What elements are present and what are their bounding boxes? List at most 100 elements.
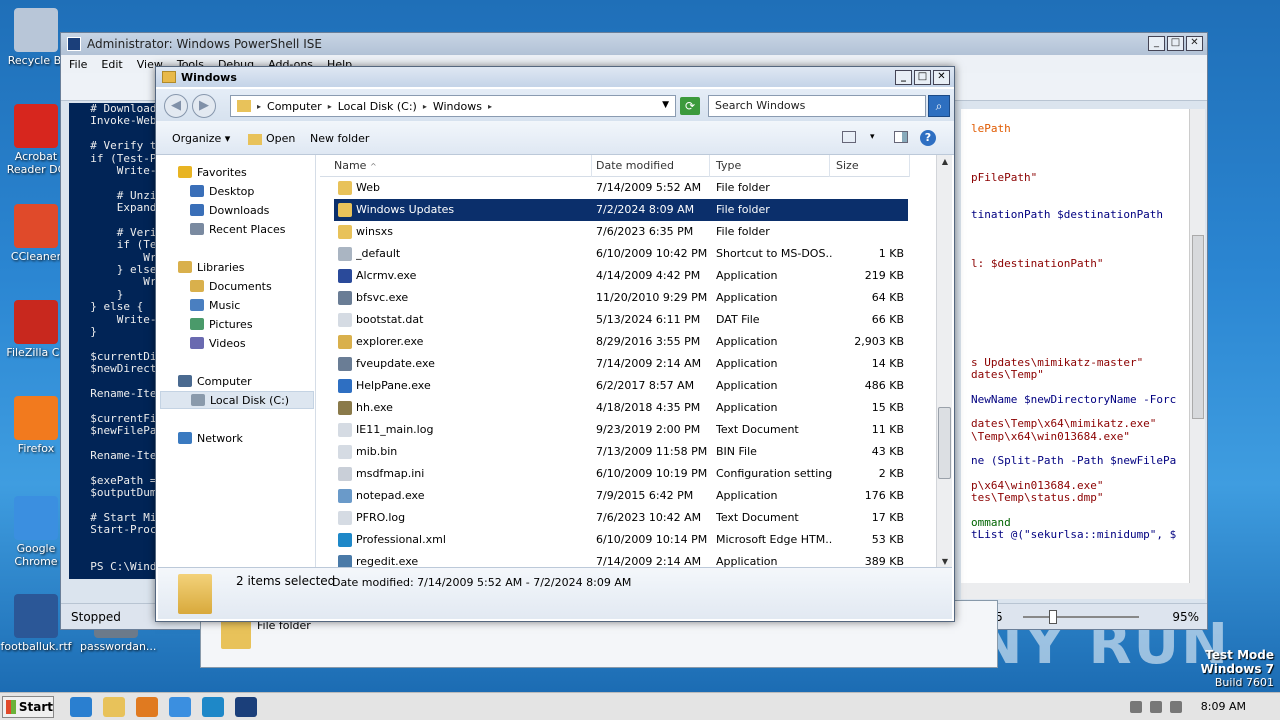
breadcrumb-item[interactable]: Computer: [267, 100, 322, 113]
organize-button[interactable]: Organize ▾: [172, 132, 230, 145]
zoom-slider[interactable]: [1023, 610, 1139, 624]
file-row[interactable]: bfsvc.exe 11/20/2010 9:29 PM Application 64…: [334, 287, 908, 309]
minimize-button[interactable]: _: [1148, 36, 1165, 51]
ise-titlebar[interactable]: Administrator: Windows PowerShell ISE _ …: [61, 33, 1207, 55]
edge-taskbar-icon[interactable]: [202, 697, 224, 717]
file-name: HelpPane.exe: [356, 379, 431, 392]
search-input[interactable]: Search Windows: [708, 95, 926, 117]
minimize-button[interactable]: _: [895, 70, 912, 85]
nav-item[interactable]: Local Disk (C:): [160, 391, 314, 409]
file-row[interactable]: Web 7/14/2009 5:52 AM File folder: [334, 177, 908, 199]
column-header-size[interactable]: Size: [830, 155, 910, 177]
nav-item[interactable]: Recent Places: [190, 220, 286, 238]
file-row[interactable]: mib.bin 7/13/2009 11:58 PM BIN File 43 KB: [334, 441, 908, 463]
file-row[interactable]: _default 6/10/2009 10:42 PM Shortcut to MS…: [334, 243, 908, 265]
network-tray-icon[interactable]: [1170, 701, 1182, 713]
explorer-taskbar-icon[interactable]: [103, 697, 125, 717]
editor-vertical-scrollbar[interactable]: [1189, 109, 1205, 583]
file-row[interactable]: Professional.xml 6/10/2009 10:14 PM Micros…: [334, 529, 908, 551]
view-options-dropdown-icon[interactable]: ▾: [870, 132, 875, 142]
file-row[interactable]: IE11_main.log 9/23/2019 2:00 PM Text Docum…: [334, 419, 908, 441]
column-header-row: Name ^ Date modified Type Size: [320, 155, 910, 177]
maximize-button[interactable]: □: [1167, 36, 1184, 51]
column-header-name[interactable]: Name ^: [328, 155, 592, 177]
menu-item[interactable]: Edit: [101, 58, 122, 71]
explorer-window[interactable]: Windows _ □ ✕ ◀ ▶ ▸ Computer ▸ Local Disk (…: [155, 66, 955, 622]
chrome-taskbar-icon[interactable]: [169, 697, 191, 717]
ie-icon[interactable]: [70, 697, 92, 717]
folder-icon: [237, 100, 251, 112]
back-button[interactable]: ◀: [164, 94, 188, 118]
address-history-dropdown-icon[interactable]: ▼: [662, 100, 669, 110]
nav-item[interactable]: Libraries: [178, 258, 245, 276]
file-row[interactable]: notepad.exe 7/9/2015 6:42 PM Application 17…: [334, 485, 908, 507]
ise-console-pane[interactable]: # Download Invoke-WebRe # Verify the if …: [69, 103, 165, 579]
ise-script-editor[interactable]: lePath pFilePath" tinationPath $destinatio…: [961, 109, 1189, 583]
nav-item[interactable]: Desktop: [190, 182, 254, 200]
maximize-button[interactable]: □: [914, 70, 931, 85]
nav-item[interactable]: Favorites: [178, 163, 247, 181]
breadcrumb-separator-icon[interactable]: ▸: [328, 102, 332, 111]
breadcrumb-item[interactable]: Local Disk (C:): [338, 100, 417, 113]
file-date: 8/29/2016 3:55 PM: [596, 335, 701, 348]
help-icon[interactable]: ?: [920, 130, 936, 146]
file-row[interactable]: HelpPane.exe 6/2/2017 8:57 AM Application 4…: [334, 375, 908, 397]
file-row[interactable]: bootstat.dat 5/13/2024 6:11 PM DAT File 66 …: [334, 309, 908, 331]
file-size: 219 KB: [864, 269, 904, 282]
search-icon[interactable]: ⌕: [928, 95, 950, 117]
breadcrumb-separator-icon[interactable]: ▸: [423, 102, 427, 111]
file-row[interactable]: winsxs 7/6/2023 6:35 PM File folder: [334, 221, 908, 243]
nav-item[interactable]: Music: [190, 296, 240, 314]
file-row[interactable]: Windows Updates 7/2/2024 8:09 AM File fold…: [334, 199, 908, 221]
column-name-label: Name: [334, 159, 367, 172]
file-row[interactable]: msdfmap.ini 6/10/2009 10:19 PM Configurati…: [334, 463, 908, 485]
zoom-slider-knob[interactable]: [1049, 610, 1057, 624]
new-folder-button[interactable]: New folder: [310, 132, 369, 145]
close-button[interactable]: ✕: [1186, 36, 1203, 51]
file-row[interactable]: hh.exe 4/18/2018 4:35 PM Application 15 KB: [334, 397, 908, 419]
breadcrumb-separator-icon[interactable]: ▸: [257, 102, 261, 111]
preview-pane-icon[interactable]: [894, 131, 908, 143]
nav-item[interactable]: Documents: [190, 277, 272, 295]
powershell-ise-taskbar-icon[interactable]: [235, 697, 257, 717]
file-row[interactable]: Alcrmv.exe 4/14/2009 4:42 PM Application 21…: [334, 265, 908, 287]
column-header-date[interactable]: Date modified: [590, 155, 710, 177]
change-view-icon[interactable]: [842, 131, 856, 143]
breadcrumb-item[interactable]: Windows: [433, 100, 482, 113]
start-button[interactable]: Start: [2, 696, 54, 718]
clock[interactable]: 8:09 AM: [1201, 700, 1246, 713]
scroll-thumb[interactable]: [1192, 235, 1204, 419]
file-type: Application: [716, 379, 778, 392]
column-header-type[interactable]: Type: [710, 155, 830, 177]
console-line: $newDirector: [77, 362, 165, 376]
file-name: Web: [356, 181, 380, 194]
file-row[interactable]: explorer.exe 8/29/2016 3:55 PM Application…: [334, 331, 908, 353]
nav-item[interactable]: Computer: [178, 372, 252, 390]
file-size: 15 KB: [871, 401, 904, 414]
nav-item[interactable]: Network: [178, 429, 243, 447]
open-button[interactable]: Open: [248, 132, 295, 145]
action-center-icon[interactable]: [1130, 701, 1142, 713]
file-row[interactable]: fveupdate.exe 7/14/2009 2:14 AM Applicatio…: [334, 353, 908, 375]
editor-horizontal-scrollbar[interactable]: [961, 583, 1205, 599]
scroll-up-icon[interactable]: ▲: [939, 155, 951, 169]
nav-item[interactable]: Downloads: [190, 201, 269, 219]
file-size: 2 KB: [878, 467, 904, 480]
forward-button[interactable]: ▶: [192, 94, 216, 118]
menu-item[interactable]: File: [69, 58, 87, 71]
close-button[interactable]: ✕: [933, 70, 950, 85]
file-list-scrollbar[interactable]: ▲ ▼: [936, 155, 952, 569]
address-bar-area: ◀ ▶ ▸ Computer ▸ Local Disk (C:) ▸ Windows ▸ ▼ …: [156, 89, 954, 121]
breadcrumb-separator-icon[interactable]: ▸: [488, 102, 492, 111]
refresh-button[interactable]: ⟳: [680, 97, 700, 115]
media-player-icon[interactable]: [136, 697, 158, 717]
nav-item[interactable]: Videos: [190, 334, 246, 352]
explorer-titlebar[interactable]: Windows _ □ ✕: [156, 67, 954, 87]
speaker-icon[interactable]: [1150, 701, 1162, 713]
word-doc-icon: [14, 594, 58, 638]
scroll-thumb[interactable]: [938, 407, 951, 479]
address-bar[interactable]: ▸ Computer ▸ Local Disk (C:) ▸ Windows ▸ ▼: [230, 95, 676, 117]
file-row[interactable]: PFRO.log 7/6/2023 10:42 AM Text Document 17…: [334, 507, 908, 529]
file-date: 6/10/2009 10:42 PM: [596, 247, 708, 260]
nav-item[interactable]: Pictures: [190, 315, 253, 333]
